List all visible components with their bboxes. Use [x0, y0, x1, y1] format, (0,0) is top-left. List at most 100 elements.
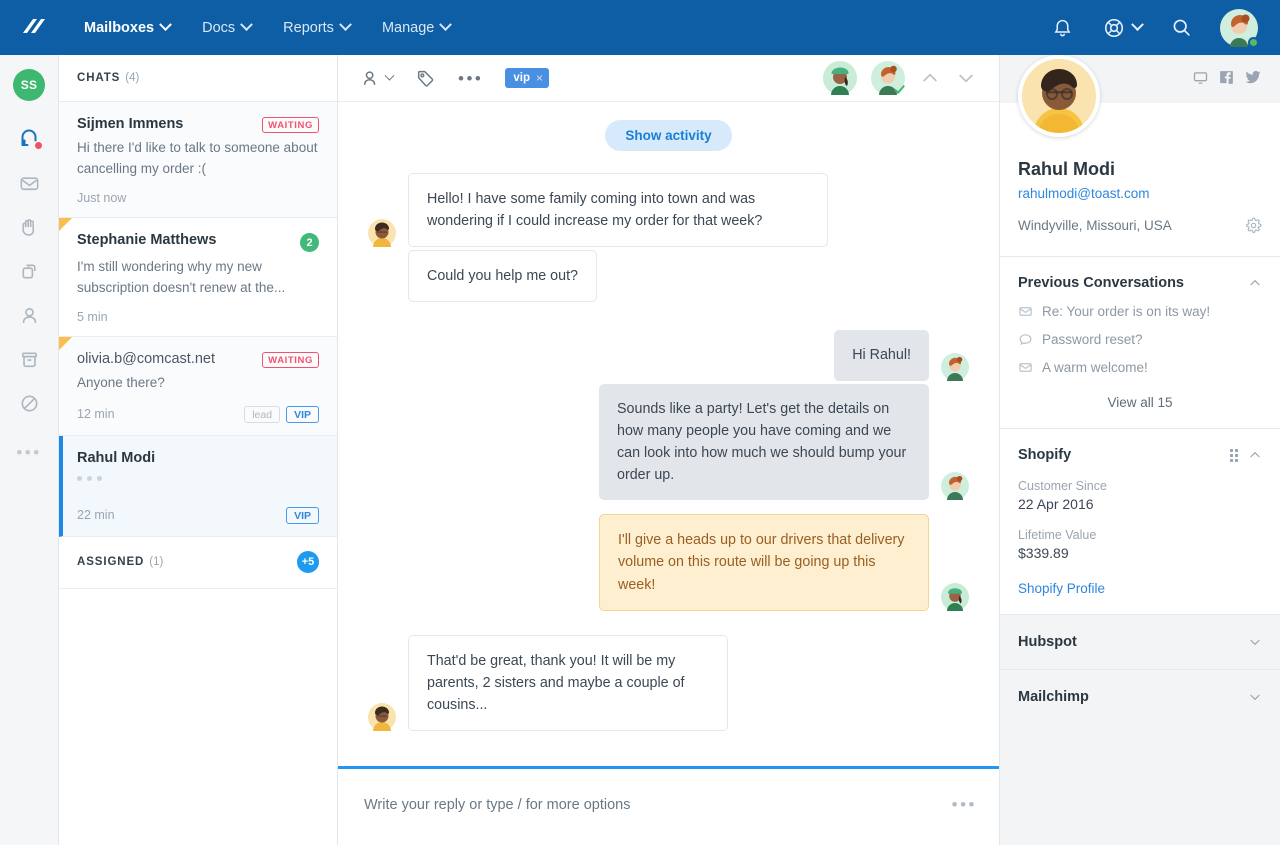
- chat-item-name: Sijmen Immens: [77, 116, 262, 132]
- message-row: That'd be great, thank you! It will be m…: [338, 635, 999, 731]
- internal-note-bubble: I'll give a heads up to our drivers that…: [599, 514, 929, 610]
- chats-header: CHATS (4): [59, 55, 337, 102]
- help-menu[interactable]: [1101, 15, 1142, 41]
- list-item[interactable]: olivia.b@comcast.net WAITING Anyone ther…: [59, 337, 337, 436]
- previous-conversation-item[interactable]: A warm welcome!: [1018, 360, 1262, 375]
- hubspot-section[interactable]: Hubspot: [1000, 614, 1280, 669]
- search-icon[interactable]: [1168, 15, 1194, 41]
- shopify-profile-link[interactable]: Shopify Profile: [1018, 581, 1262, 596]
- previous-conversation-item[interactable]: Password reset?: [1018, 332, 1262, 347]
- customer-side-panel: Rahul Modi rahulmodi@toast.com Windyvill…: [1000, 55, 1280, 845]
- chevron-down-icon: [385, 70, 395, 80]
- previous-conversation-label: Password reset?: [1042, 332, 1143, 347]
- tag-chip-vip[interactable]: vip ×: [505, 68, 549, 88]
- chat-item-snippet: I'm still wondering why my new subscript…: [77, 257, 319, 298]
- agent-avatar-2[interactable]: [871, 61, 905, 95]
- wave-hand-icon[interactable]: [9, 207, 49, 247]
- mailchimp-title: Mailchimp: [1018, 689, 1089, 705]
- envelope-icon: [1018, 304, 1033, 319]
- nav-docs-label: Docs: [202, 20, 235, 36]
- archive-box-icon[interactable]: [9, 339, 49, 379]
- view-all-conversations-link[interactable]: View all 15: [1018, 395, 1262, 410]
- tag-vip[interactable]: VIP: [286, 507, 319, 524]
- icon-rail: SS: [0, 55, 59, 845]
- chevron-down-icon[interactable]: [955, 67, 977, 89]
- nav-manage[interactable]: Manage: [366, 12, 466, 44]
- top-nav-items: Mailboxes Docs Reports Manage: [68, 12, 466, 44]
- pages-copy-icon[interactable]: [9, 251, 49, 291]
- top-bar-actions: [1049, 9, 1262, 47]
- nav-docs[interactable]: Docs: [186, 12, 267, 44]
- show-activity-button[interactable]: Show activity: [605, 120, 731, 151]
- agent-avatar: [941, 472, 969, 500]
- message-bubble: Hello! I have some family coming into to…: [408, 173, 828, 247]
- reply-input[interactable]: Write your reply or type / for more opti…: [364, 797, 952, 813]
- chat-item-time: Just now: [77, 191, 126, 205]
- nav-mailboxes[interactable]: Mailboxes: [68, 12, 186, 44]
- lifetime-value-label: Lifetime Value: [1018, 528, 1262, 542]
- twitter-icon[interactable]: [1244, 68, 1262, 86]
- agent-avatar-1[interactable]: [823, 61, 857, 95]
- person-icon[interactable]: [9, 295, 49, 335]
- chevron-up-icon[interactable]: [1248, 276, 1262, 290]
- chats-header-count: (4): [125, 72, 139, 84]
- chevron-down-icon[interactable]: [1248, 690, 1262, 704]
- close-icon[interactable]: ×: [536, 71, 543, 85]
- list-item[interactable]: Sijmen Immens WAITING Hi there I'd like …: [59, 102, 337, 218]
- message-row: Hi Rahul!: [338, 330, 999, 380]
- customer-profile-card: Rahul Modi rahulmodi@toast.com Windyvill…: [1000, 103, 1280, 256]
- hubspot-title: Hubspot: [1018, 634, 1077, 650]
- message-bubble: Sounds like a party! Let's get the detai…: [599, 384, 929, 501]
- assigned-header-title: ASSIGNED: [77, 556, 144, 568]
- nav-reports[interactable]: Reports: [267, 12, 366, 44]
- message-bubble: Hi Rahul!: [834, 330, 929, 380]
- conversation-more-icon[interactable]: •••: [458, 70, 483, 87]
- assign-person-icon[interactable]: [360, 68, 393, 89]
- previous-conversation-item[interactable]: Re: Your order is on its way!: [1018, 304, 1262, 319]
- composer-more-icon[interactable]: •••: [952, 795, 977, 815]
- nav-reports-label: Reports: [283, 20, 334, 36]
- chevron-down-icon: [240, 18, 253, 31]
- assigned-header-count: (1): [149, 556, 163, 568]
- typing-indicator: [77, 476, 319, 481]
- main-body: SS: [0, 55, 1280, 845]
- chevron-up-icon[interactable]: [919, 67, 941, 89]
- gear-icon[interactable]: [1245, 217, 1262, 234]
- previous-conversations-section: Previous Conversations Re: Your order is…: [1000, 256, 1280, 428]
- rail-user-avatar[interactable]: SS: [13, 69, 45, 101]
- message-row: Sounds like a party! Let's get the detai…: [338, 384, 999, 501]
- tag-vip[interactable]: VIP: [286, 406, 319, 423]
- chat-list-panel: CHATS (4) Sijmen Immens WAITING Hi there…: [59, 55, 338, 845]
- unread-count-badge: 2: [300, 233, 319, 252]
- chat-item-snippet: Hi there I'd like to talk to someone abo…: [77, 138, 319, 179]
- customer-location: Windyville, Missouri, USA: [1018, 218, 1172, 233]
- rail-more-icon[interactable]: •••: [16, 443, 41, 463]
- mailchimp-section[interactable]: Mailchimp: [1000, 669, 1280, 724]
- avatar[interactable]: [1220, 9, 1258, 47]
- tag-lead[interactable]: lead: [244, 406, 280, 423]
- list-item-selected[interactable]: Rahul Modi 22 min VIP: [59, 436, 337, 537]
- shopify-title: Shopify: [1018, 447, 1071, 463]
- drag-handle-icon[interactable]: [1230, 449, 1238, 462]
- chat-icon[interactable]: [9, 119, 49, 159]
- tag-icon[interactable]: [415, 68, 436, 89]
- customer-email-link[interactable]: rahulmodi@toast.com: [1018, 186, 1262, 201]
- customer-avatar-large: [1018, 55, 1100, 137]
- chevron-down-icon[interactable]: [1248, 635, 1262, 649]
- facebook-icon[interactable]: [1218, 69, 1235, 86]
- chevron-down-icon: [159, 18, 172, 31]
- chevron-down-icon: [339, 18, 352, 31]
- bell-icon[interactable]: [1049, 15, 1075, 41]
- chevron-up-icon[interactable]: [1248, 448, 1262, 462]
- helpscout-logo[interactable]: [18, 11, 52, 45]
- chat-item-time: 12 min: [77, 407, 115, 421]
- inbox-envelope-icon[interactable]: [9, 163, 49, 203]
- flag-marker-icon: [59, 337, 72, 350]
- page-title: Rahul Modi: [1018, 159, 1262, 180]
- chat-bubble-icon: [1018, 332, 1033, 347]
- list-item[interactable]: Stephanie Matthews 2 I'm still wondering…: [59, 218, 337, 337]
- monitor-icon[interactable]: [1192, 69, 1209, 86]
- chat-item-snippet: Anyone there?: [77, 373, 319, 394]
- blocked-circle-icon[interactable]: [9, 383, 49, 423]
- assigned-header[interactable]: ASSIGNED (1) +5: [59, 537, 337, 589]
